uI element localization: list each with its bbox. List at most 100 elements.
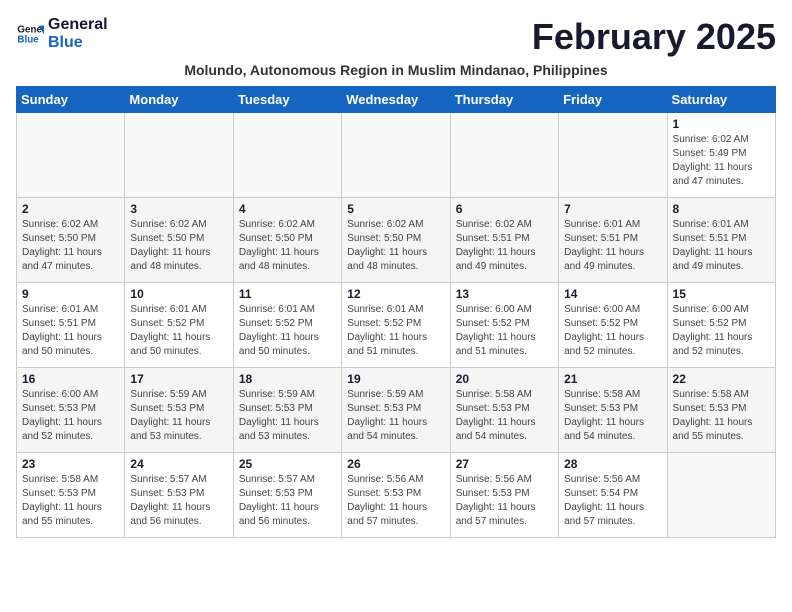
calendar-cell: 24 Sunrise: 5:57 AM Sunset: 5:53 PM Dayli… <box>125 453 233 538</box>
day-detail: Sunrise: 5:56 AM Sunset: 5:53 PM Dayligh… <box>347 473 444 529</box>
day-detail: Sunrise: 6:00 AM Sunset: 5:53 PM Dayligh… <box>22 388 119 444</box>
calendar-cell: 1 Sunrise: 6:02 AM Sunset: 5:49 PM Daylig… <box>667 113 775 198</box>
calendar-cell: 5 Sunrise: 6:02 AM Sunset: 5:50 PM Daylig… <box>342 198 450 283</box>
subtitle: Molundo, Autonomous Region in Muslim Min… <box>16 62 776 78</box>
day-number: 19 <box>347 372 444 386</box>
calendar-table: SundayMondayTuesdayWednesdayThursdayFrid… <box>16 86 776 538</box>
day-detail: Sunrise: 6:02 AM Sunset: 5:50 PM Dayligh… <box>347 218 444 274</box>
calendar-cell: 11 Sunrise: 6:01 AM Sunset: 5:52 PM Dayli… <box>233 283 341 368</box>
calendar-cell: 25 Sunrise: 5:57 AM Sunset: 5:53 PM Dayli… <box>233 453 341 538</box>
calendar-cell: 26Sunrise: 5:56 AM Sunset: 5:53 PM Dayli… <box>342 453 450 538</box>
logo: General Blue General Blue <box>16 16 108 51</box>
day-detail: Sunrise: 6:02 AM Sunset: 5:49 PM Dayligh… <box>673 133 770 189</box>
calendar-cell: 7 Sunrise: 6:01 AM Sunset: 5:51 PM Daylig… <box>559 198 667 283</box>
day-detail: Sunrise: 5:59 AM Sunset: 5:53 PM Dayligh… <box>239 388 336 444</box>
month-year-title: February 2025 <box>532 16 776 58</box>
day-detail: Sunrise: 5:59 AM Sunset: 5:53 PM Dayligh… <box>130 388 227 444</box>
calendar-cell: 20 Sunrise: 5:58 AM Sunset: 5:53 PM Dayli… <box>450 368 558 453</box>
day-number: 13 <box>456 287 553 301</box>
day-detail: Sunrise: 6:01 AM Sunset: 5:52 PM Dayligh… <box>239 303 336 359</box>
day-detail: Sunrise: 6:00 AM Sunset: 5:52 PM Dayligh… <box>456 303 553 359</box>
day-of-week-header: Wednesday <box>342 87 450 113</box>
calendar-cell <box>233 113 341 198</box>
logo-line1: General <box>48 16 108 34</box>
calendar-cell: 18 Sunrise: 5:59 AM Sunset: 5:53 PM Dayli… <box>233 368 341 453</box>
calendar-week-row: 2 Sunrise: 6:02 AM Sunset: 5:50 PM Daylig… <box>17 198 776 283</box>
calendar-cell <box>667 453 775 538</box>
day-number: 8 <box>673 202 770 216</box>
calendar-cell <box>17 113 125 198</box>
day-detail: Sunrise: 6:02 AM Sunset: 5:50 PM Dayligh… <box>22 218 119 274</box>
calendar-header-row: SundayMondayTuesdayWednesdayThursdayFrid… <box>17 87 776 113</box>
calendar-cell: 4 Sunrise: 6:02 AM Sunset: 5:50 PM Daylig… <box>233 198 341 283</box>
calendar-cell: 13 Sunrise: 6:00 AM Sunset: 5:52 PM Dayli… <box>450 283 558 368</box>
calendar-cell: 10Sunrise: 6:01 AM Sunset: 5:52 PM Dayli… <box>125 283 233 368</box>
calendar-cell: 2 Sunrise: 6:02 AM Sunset: 5:50 PM Daylig… <box>17 198 125 283</box>
day-number: 5 <box>347 202 444 216</box>
day-detail: Sunrise: 5:56 AM Sunset: 5:53 PM Dayligh… <box>456 473 553 529</box>
day-of-week-header: Thursday <box>450 87 558 113</box>
day-number: 23 <box>22 457 119 471</box>
day-detail: Sunrise: 5:58 AM Sunset: 5:53 PM Dayligh… <box>456 388 553 444</box>
day-number: 12 <box>347 287 444 301</box>
day-number: 25 <box>239 457 336 471</box>
calendar-cell: 8 Sunrise: 6:01 AM Sunset: 5:51 PM Daylig… <box>667 198 775 283</box>
day-detail: Sunrise: 5:59 AM Sunset: 5:53 PM Dayligh… <box>347 388 444 444</box>
calendar-cell: 15 Sunrise: 6:00 AM Sunset: 5:52 PM Dayli… <box>667 283 775 368</box>
calendar-cell: 16 Sunrise: 6:00 AM Sunset: 5:53 PM Dayli… <box>17 368 125 453</box>
header: General Blue General Blue February 2025 <box>16 16 776 58</box>
day-detail: Sunrise: 6:01 AM Sunset: 5:51 PM Dayligh… <box>673 218 770 274</box>
day-detail: Sunrise: 5:57 AM Sunset: 5:53 PM Dayligh… <box>130 473 227 529</box>
day-number: 15 <box>673 287 770 301</box>
day-number: 22 <box>673 372 770 386</box>
calendar-cell: 9 Sunrise: 6:01 AM Sunset: 5:51 PM Daylig… <box>17 283 125 368</box>
day-detail: Sunrise: 6:01 AM Sunset: 5:52 PM Dayligh… <box>130 303 227 359</box>
day-number: 1 <box>673 117 770 131</box>
day-detail: Sunrise: 6:02 AM Sunset: 5:50 PM Dayligh… <box>239 218 336 274</box>
day-of-week-header: Monday <box>125 87 233 113</box>
day-detail: Sunrise: 5:58 AM Sunset: 5:53 PM Dayligh… <box>22 473 119 529</box>
day-of-week-header: Saturday <box>667 87 775 113</box>
day-detail: Sunrise: 5:58 AM Sunset: 5:53 PM Dayligh… <box>564 388 661 444</box>
day-number: 2 <box>22 202 119 216</box>
calendar-cell: 3 Sunrise: 6:02 AM Sunset: 5:50 PM Daylig… <box>125 198 233 283</box>
day-detail: Sunrise: 6:02 AM Sunset: 5:51 PM Dayligh… <box>456 218 553 274</box>
day-detail: Sunrise: 6:00 AM Sunset: 5:52 PM Dayligh… <box>673 303 770 359</box>
day-number: 27 <box>456 457 553 471</box>
day-number: 3 <box>130 202 227 216</box>
calendar-cell: 23 Sunrise: 5:58 AM Sunset: 5:53 PM Dayli… <box>17 453 125 538</box>
calendar-cell: 28Sunrise: 5:56 AM Sunset: 5:54 PM Dayli… <box>559 453 667 538</box>
day-number: 24 <box>130 457 227 471</box>
calendar-cell: 22 Sunrise: 5:58 AM Sunset: 5:53 PM Dayli… <box>667 368 775 453</box>
day-detail: Sunrise: 6:01 AM Sunset: 5:51 PM Dayligh… <box>22 303 119 359</box>
calendar-cell <box>342 113 450 198</box>
day-of-week-header: Sunday <box>17 87 125 113</box>
logo-icon: General Blue <box>16 20 44 48</box>
calendar-body: 1 Sunrise: 6:02 AM Sunset: 5:49 PM Daylig… <box>17 113 776 538</box>
day-number: 16 <box>22 372 119 386</box>
calendar-cell <box>125 113 233 198</box>
calendar-cell: 17 Sunrise: 5:59 AM Sunset: 5:53 PM Dayli… <box>125 368 233 453</box>
day-number: 28 <box>564 457 661 471</box>
calendar-cell: 21Sunrise: 5:58 AM Sunset: 5:53 PM Dayli… <box>559 368 667 453</box>
calendar-cell: 19 Sunrise: 5:59 AM Sunset: 5:53 PM Dayli… <box>342 368 450 453</box>
day-number: 4 <box>239 202 336 216</box>
day-detail: Sunrise: 6:01 AM Sunset: 5:51 PM Dayligh… <box>564 218 661 274</box>
day-detail: Sunrise: 6:02 AM Sunset: 5:50 PM Dayligh… <box>130 218 227 274</box>
calendar-cell <box>450 113 558 198</box>
day-number: 9 <box>22 287 119 301</box>
calendar-cell: 6 Sunrise: 6:02 AM Sunset: 5:51 PM Daylig… <box>450 198 558 283</box>
calendar-week-row: 1 Sunrise: 6:02 AM Sunset: 5:49 PM Daylig… <box>17 113 776 198</box>
day-detail: Sunrise: 5:57 AM Sunset: 5:53 PM Dayligh… <box>239 473 336 529</box>
day-number: 6 <box>456 202 553 216</box>
day-number: 17 <box>130 372 227 386</box>
day-number: 18 <box>239 372 336 386</box>
day-number: 20 <box>456 372 553 386</box>
day-detail: Sunrise: 5:58 AM Sunset: 5:53 PM Dayligh… <box>673 388 770 444</box>
day-number: 14 <box>564 287 661 301</box>
day-number: 7 <box>564 202 661 216</box>
svg-text:Blue: Blue <box>17 34 39 45</box>
day-number: 11 <box>239 287 336 301</box>
calendar-cell: 14Sunrise: 6:00 AM Sunset: 5:52 PM Dayli… <box>559 283 667 368</box>
calendar-week-row: 23 Sunrise: 5:58 AM Sunset: 5:53 PM Dayli… <box>17 453 776 538</box>
